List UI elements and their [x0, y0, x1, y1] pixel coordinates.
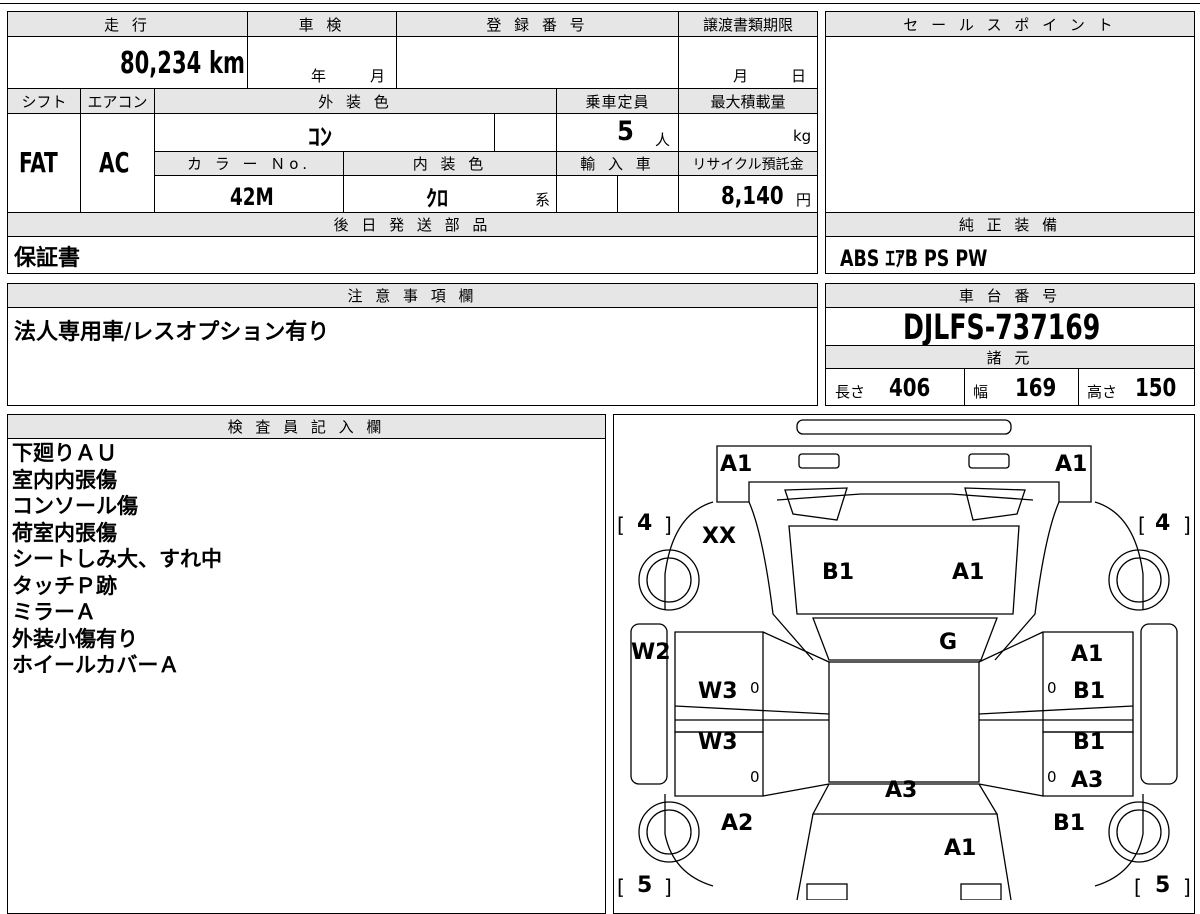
damage-a2-rear-left: A2 [721, 811, 754, 836]
recycle-header: リサイクル預託金 [679, 152, 817, 175]
damage-w3-front-left: W3 [698, 679, 738, 704]
length-value: 406 [889, 373, 931, 402]
mileage-header: 走 行 [8, 12, 247, 36]
inspector-notes-list: 下廻りＡＵ 室内内張傷 コンソール傷 荷室内張傷 シートしみ大、すれ中 タッチＰ… [12, 440, 222, 679]
inspector-note: ミラーＡ [12, 600, 96, 624]
later-parts-header: 後 日 発 送 部 品 [8, 213, 817, 236]
sales-point-box [825, 11, 1195, 213]
exterior-color-header: 外 装 色 [155, 89, 556, 113]
sales-point-header: セ ー ル ス ポ イ ン ト [826, 12, 1194, 36]
recycle-unit: 円 [796, 191, 812, 209]
damage-b1-front-right-door: B1 [1073, 679, 1106, 704]
capacity-value: 5 [617, 116, 634, 147]
tire-rr-bracket-right: ] [1183, 875, 1191, 899]
height-label: 高さ [1087, 383, 1118, 401]
tire-fl-bracket-right: ] [664, 513, 672, 537]
damage-a1-hood: A1 [952, 560, 985, 585]
specs-header: 諸 元 [826, 346, 1194, 368]
zero-mark: 0 [750, 679, 760, 697]
tire-rr-tread: 5 [1155, 873, 1171, 898]
transfer-deadline-header: 譲渡書類期限 [679, 12, 817, 36]
tire-rl-bracket-right: ] [664, 875, 672, 899]
shift-header: シフト [8, 89, 80, 113]
mileage-value: 80,234 km [120, 46, 245, 81]
aircon-value: AC [99, 146, 130, 179]
interior-color-header: 内 装 色 [344, 152, 556, 175]
tire-fr-tread: 4 [1155, 511, 1171, 536]
chassis-value: DJLFS-737169 [903, 308, 1101, 348]
width-label: 幅 [973, 383, 989, 401]
damage-a1-top-left: A1 [720, 452, 753, 477]
inspector-note: 荷室内張傷 [12, 520, 117, 545]
inspector-note: コンソール傷 [12, 494, 138, 518]
inspector-note: 室内内張傷 [12, 467, 117, 492]
chassis-header: 車 台 番 号 [826, 284, 1194, 307]
capacity-header: 乗車定員 [557, 89, 678, 113]
tire-rr-bracket-left: [ [1134, 875, 1142, 899]
inspector-note: ホイールカバーＡ [12, 653, 180, 677]
registration-header: 登 録 番 号 [397, 12, 678, 36]
damage-a1-rear: A1 [944, 836, 977, 861]
damage-xx: XX [702, 524, 736, 549]
inspector-note: 下廻りＡＵ [12, 441, 117, 465]
tire-fl-bracket-left: [ [617, 513, 625, 537]
tire-fr-bracket-right: ] [1183, 513, 1191, 537]
transfer-month-unit: 月 [733, 67, 749, 85]
transfer-day-unit: 日 [791, 67, 807, 85]
height-value: 150 [1135, 373, 1177, 402]
mileage-unit: km [209, 46, 245, 81]
genuine-equipment-header: 純 正 装 備 [826, 213, 1194, 236]
max-load-unit: kg [793, 127, 812, 145]
import-header: 輸 入 車 [557, 152, 678, 175]
exterior-color-value: ｺﾝ [308, 123, 332, 151]
damage-b1-rear-right-door: B1 [1073, 730, 1106, 755]
damage-w2: W2 [631, 640, 671, 665]
later-parts-value: 保証書 [14, 246, 81, 271]
tire-rl-bracket-left: [ [617, 875, 625, 899]
max-load-header: 最大積載量 [679, 89, 817, 113]
zero-mark: 0 [1047, 679, 1057, 697]
aircon-header: エアコン [81, 89, 154, 113]
width-value: 169 [1015, 373, 1057, 402]
genuine-equipment-value: ABS ｴｱB PS PW [840, 247, 988, 272]
damage-a1-front-right-door: A1 [1071, 642, 1104, 667]
damage-a3-rear-right-door: A3 [1071, 768, 1104, 793]
shaken-header: 車 検 [248, 12, 396, 36]
tire-fr-bracket-left: [ [1138, 513, 1146, 537]
damage-w3-rear-left: W3 [698, 730, 738, 755]
capacity-unit: 人 [655, 131, 671, 149]
zero-mark: 0 [1047, 768, 1057, 786]
caution-value: 法人専用車/レスオプション有り [14, 320, 330, 345]
tire-rl-tread: 5 [637, 873, 653, 898]
inspector-note: 外装小傷有り [12, 626, 138, 651]
inspector-note: タッチＰ跡 [12, 573, 117, 598]
damage-b1-rear-right: B1 [1053, 811, 1086, 836]
inspector-note: シートしみ大、すれ中 [12, 547, 222, 571]
car-outline-diagram [630, 419, 1178, 900]
tire-fl-tread: 4 [637, 511, 653, 536]
mileage-number: 80,234 [120, 46, 202, 81]
damage-b1-hood: B1 [822, 560, 855, 585]
caution-header: 注 意 事 項 欄 [8, 284, 817, 307]
shift-value: FAT [19, 146, 58, 179]
zero-mark: 0 [750, 768, 760, 786]
damage-g-windshield: G [939, 630, 958, 655]
shaken-month-unit: 月 [370, 67, 386, 85]
top-strip-line [0, 3, 1200, 4]
length-label: 長さ [835, 383, 866, 401]
recycle-value: 8,140 [721, 181, 784, 210]
damage-a3-roof: A3 [885, 778, 918, 803]
color-no-header: カ ラ ー Ｎo. [155, 152, 343, 175]
interior-color-value: ｸﾛ [426, 187, 449, 212]
color-no-value: 42M [230, 183, 274, 211]
interior-color-unit: 系 [535, 191, 551, 209]
shaken-year-unit: 年 [311, 67, 327, 85]
damage-a1-top-right: A1 [1055, 452, 1088, 477]
inspector-header: 検 査 員 記 入 欄 [8, 415, 605, 438]
